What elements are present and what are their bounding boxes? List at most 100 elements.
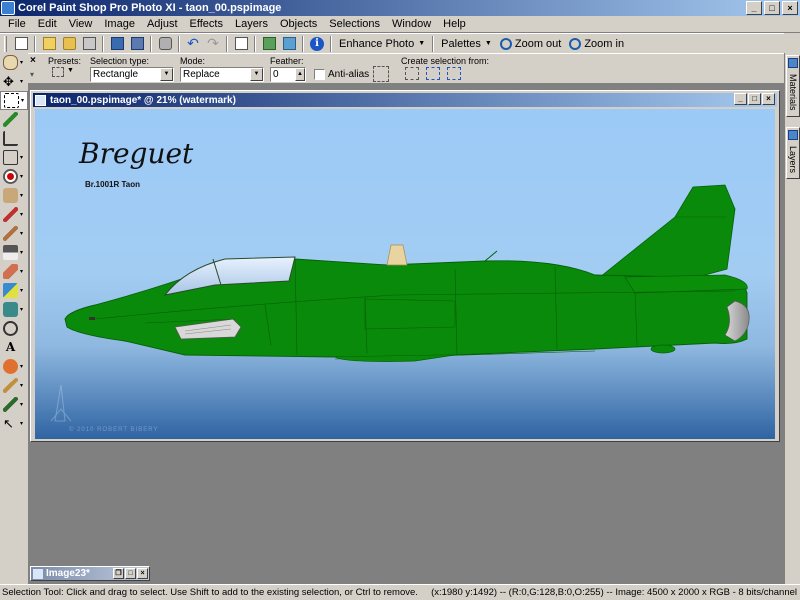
dropper-tool[interactable] [0,110,28,129]
doc-minimize-button[interactable]: _ [734,93,747,105]
text-icon: A [5,340,16,354]
close-button[interactable]: × [782,1,798,15]
open-folder-icon[interactable] [40,35,58,53]
paint-brush-tool[interactable]: ▾ [0,243,28,262]
document-icon [35,94,46,106]
makeover-tool[interactable]: ▾ [0,224,28,243]
scratch-remover-tool[interactable]: ▾ [0,205,28,224]
selection-from-layer-icon[interactable] [405,67,419,80]
browse-icon[interactable] [60,35,78,53]
menu-edit[interactable]: Edit [32,18,63,30]
scan-icon[interactable] [80,35,98,53]
chevron-down-icon: ▼ [160,68,173,81]
anti-alias-checkbox[interactable] [314,69,325,80]
pointer-tool[interactable]: ↖ ▾ [0,414,28,433]
info-icon[interactable]: i [308,35,326,53]
maximize-button[interactable]: □ [764,1,780,15]
enhance-photo-button[interactable]: Enhance Photo ▼ [335,35,429,53]
straighten-icon [3,150,18,165]
red-eye-tool[interactable]: ▾ [0,167,28,186]
status-bar: Selection Tool: Click and drag to select… [0,584,800,600]
selection-type-label: Selection type: [90,56,150,66]
app-window: Corel Paint Shop Pro Photo XI - taon_00.… [0,0,800,600]
zoom-in-button[interactable]: Zoom in [565,35,628,53]
feather-stepper[interactable]: 0 ▲ [270,67,306,82]
save-as-icon[interactable] [128,35,146,53]
object-selector-tool[interactable]: ▾ [0,395,28,414]
menu-window[interactable]: Window [386,18,437,30]
materials-label: Materials [788,74,798,111]
menu-layers[interactable]: Layers [229,18,274,30]
zoom-out-label: Zoom out [514,37,562,50]
text-tool[interactable]: A [0,338,28,357]
toolbar-grip[interactable] [4,35,7,52]
doc-close-button[interactable]: × [762,93,775,105]
move-tool[interactable]: ✥ ▾ [0,72,28,91]
maximize-button[interactable]: □ [125,568,136,579]
layers-icon [788,130,798,140]
feather-label: Feather: [270,56,304,66]
mode-value: Replace [183,69,220,80]
warp-brush-tool[interactable]: ▾ [0,376,28,395]
lighten-darken-tool[interactable]: ▾ [0,262,28,281]
stepper-arrows-icon[interactable]: ▲ [295,68,305,81]
menu-selections[interactable]: Selections [323,18,386,30]
flood-fill-tool[interactable]: ▾ [0,300,28,319]
organizer-icon[interactable] [280,35,298,53]
minimized-document[interactable]: Image23* ❐ □ × [30,566,150,581]
minimize-button[interactable]: _ [746,1,762,15]
minimized-document-title: Image23* [46,568,90,579]
menu-view[interactable]: View [63,18,99,30]
zoom-out-button[interactable]: Zoom out [496,35,565,53]
tool-options-palette: × ▾ Presets: ▼ Selection type: Rectangle… [28,53,784,84]
document-title-bar[interactable]: taon_00.pspimage* @ 21% (watermark) _ □ … [33,93,777,107]
crop-tool[interactable] [0,129,28,148]
palettes-button[interactable]: Palettes ▼ [437,35,496,53]
document-title: taon_00.pspimage* @ 21% (watermark) [50,94,236,106]
eye-icon [3,169,18,184]
feather-value: 0 [273,69,279,80]
menu-image[interactable]: Image [98,18,141,30]
new-file-icon[interactable] [12,35,30,53]
selection-from-opaque-icon[interactable] [447,67,461,80]
selection-type-select[interactable]: Rectangle ▼ [90,67,174,82]
straighten-tool[interactable]: ▾ [0,148,28,167]
menu-objects[interactable]: Objects [274,18,323,30]
pan-tool[interactable]: ▾ [0,53,28,72]
select-all-icon[interactable] [373,66,389,82]
right-dock: Materials Layers [784,53,800,584]
mode-select[interactable]: Replace ▼ [180,67,264,82]
restore-button[interactable]: ❐ [113,568,124,579]
photo-icon[interactable] [260,35,278,53]
materials-tab[interactable]: Materials [786,55,800,117]
menu-effects[interactable]: Effects [184,18,229,30]
heading-text: Breguet [78,137,194,170]
doc-maximize-button[interactable]: □ [748,93,761,105]
toolbar-separator [178,35,180,52]
toolbar-separator [302,35,304,52]
image-canvas[interactable]: Breguet Br.1001R Taon © 2010 ROBERT BIBE… [35,109,775,439]
print-icon[interactable] [156,35,174,53]
mode-label: Mode: [180,56,206,66]
save-icon[interactable] [108,35,126,53]
menu-file[interactable]: File [2,18,32,30]
materials-icon [788,58,798,68]
presets-dropdown[interactable] [52,67,64,77]
pen-tool[interactable] [0,319,28,338]
app-icon[interactable] [1,1,15,15]
eraser-tool[interactable]: ▾ [0,281,28,300]
menu-help[interactable]: Help [437,18,472,30]
enhance-photo-label: Enhance Photo [339,37,415,50]
close-icon[interactable]: × [30,56,40,66]
preset-shape-tool[interactable]: ▾ [0,357,28,376]
undo-icon[interactable]: ↶ [184,35,202,53]
layers-tab[interactable]: Layers [786,127,800,179]
clone-tool[interactable]: ▾ [0,186,28,205]
selection-tool[interactable]: ▾ [0,91,28,110]
new-window-icon[interactable] [232,35,250,53]
menu-adjust[interactable]: Adjust [141,18,184,30]
pin-icon[interactable]: ▾ [30,70,40,80]
redo-icon[interactable]: ↷ [204,35,222,53]
selection-from-canvas-icon[interactable] [426,67,440,80]
close-button[interactable]: × [137,568,148,579]
